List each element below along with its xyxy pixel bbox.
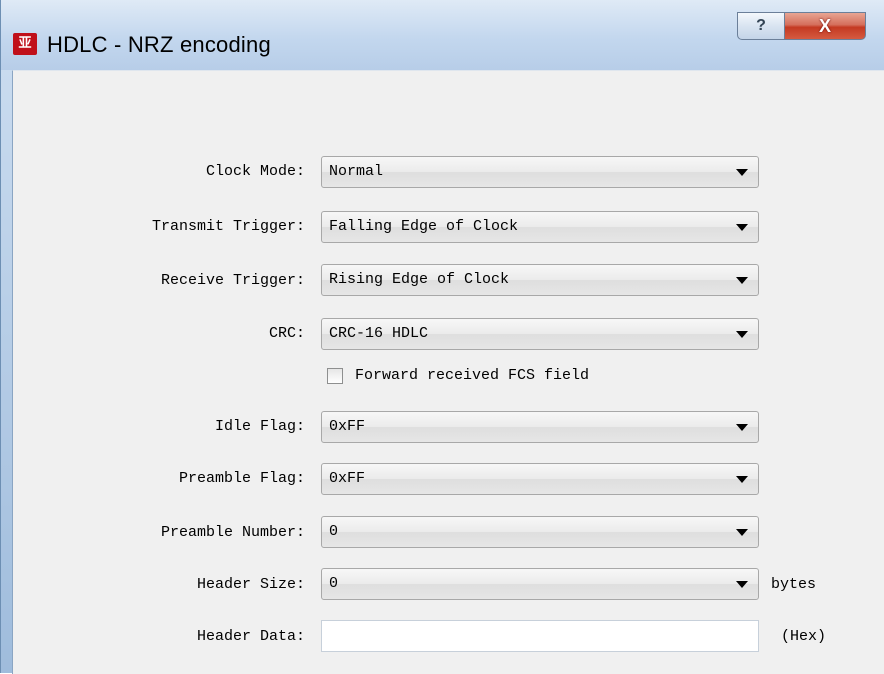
crc-select[interactable]: CRC-16 HDLC (321, 318, 759, 350)
idle-flag-value: 0xFF (329, 418, 366, 435)
title-bar[interactable]: 亚 HDLC - NRZ encoding ? X (1, 0, 884, 70)
header-size-value: 0 (329, 575, 339, 592)
dropdown-arrow-icon (736, 476, 748, 483)
forward-fcs-checkbox[interactable] (327, 367, 343, 384)
dropdown-arrow-icon (736, 331, 748, 338)
close-button[interactable]: X (784, 12, 866, 40)
crc-value: CRC-16 HDLC (329, 325, 429, 342)
forward-fcs-row[interactable]: Forward received FCS field (327, 367, 589, 384)
transmit-trigger-select[interactable]: Falling Edge of Clock (321, 211, 759, 243)
clock-mode-label: Clock Mode: (205, 163, 305, 180)
preamble-number-value: 0 (329, 523, 339, 540)
dropdown-arrow-icon (736, 581, 748, 588)
dropdown-arrow-icon (736, 529, 748, 536)
transmit-trigger-value: Falling Edge of Clock (329, 218, 519, 235)
dropdown-arrow-icon (736, 277, 748, 284)
dropdown-arrow-icon (736, 424, 748, 431)
preamble-flag-value: 0xFF (329, 470, 366, 487)
preamble-flag-select[interactable]: 0xFF (321, 463, 759, 495)
clock-mode-value: Normal (329, 163, 384, 180)
header-data-label: Header Data: (196, 628, 305, 645)
app-icon: 亚 (13, 33, 37, 55)
dropdown-arrow-icon (736, 224, 748, 231)
transmit-trigger-label: Transmit Trigger: (151, 218, 305, 235)
idle-flag-label: Idle Flag: (214, 418, 305, 435)
header-data-input[interactable] (321, 620, 759, 652)
preamble-number-select[interactable]: 0 (321, 516, 759, 548)
header-data-unit: (Hex) (781, 628, 827, 645)
header-size-label: Header Size: (196, 576, 305, 593)
dialog-window: 亚 HDLC - NRZ encoding ? X Clock Mode: No… (0, 0, 884, 674)
window-title: HDLC - NRZ encoding (47, 32, 271, 57)
dropdown-arrow-icon (736, 169, 748, 176)
crc-label: CRC: (268, 325, 305, 342)
window-border (1, 70, 12, 673)
help-button[interactable]: ? (737, 12, 785, 40)
preamble-flag-label: Preamble Flag: (178, 470, 305, 487)
forward-fcs-label[interactable]: Forward received FCS field (355, 367, 589, 384)
receive-trigger-label: Receive Trigger: (160, 272, 305, 289)
header-size-select[interactable]: 0 (321, 568, 759, 600)
preamble-number-label: Preamble Number: (160, 524, 305, 541)
receive-trigger-value: Rising Edge of Clock (329, 271, 510, 288)
header-size-unit: bytes (771, 576, 817, 593)
receive-trigger-select[interactable]: Rising Edge of Clock (321, 264, 759, 296)
clock-mode-select[interactable]: Normal (321, 156, 759, 188)
idle-flag-select[interactable]: 0xFF (321, 411, 759, 443)
